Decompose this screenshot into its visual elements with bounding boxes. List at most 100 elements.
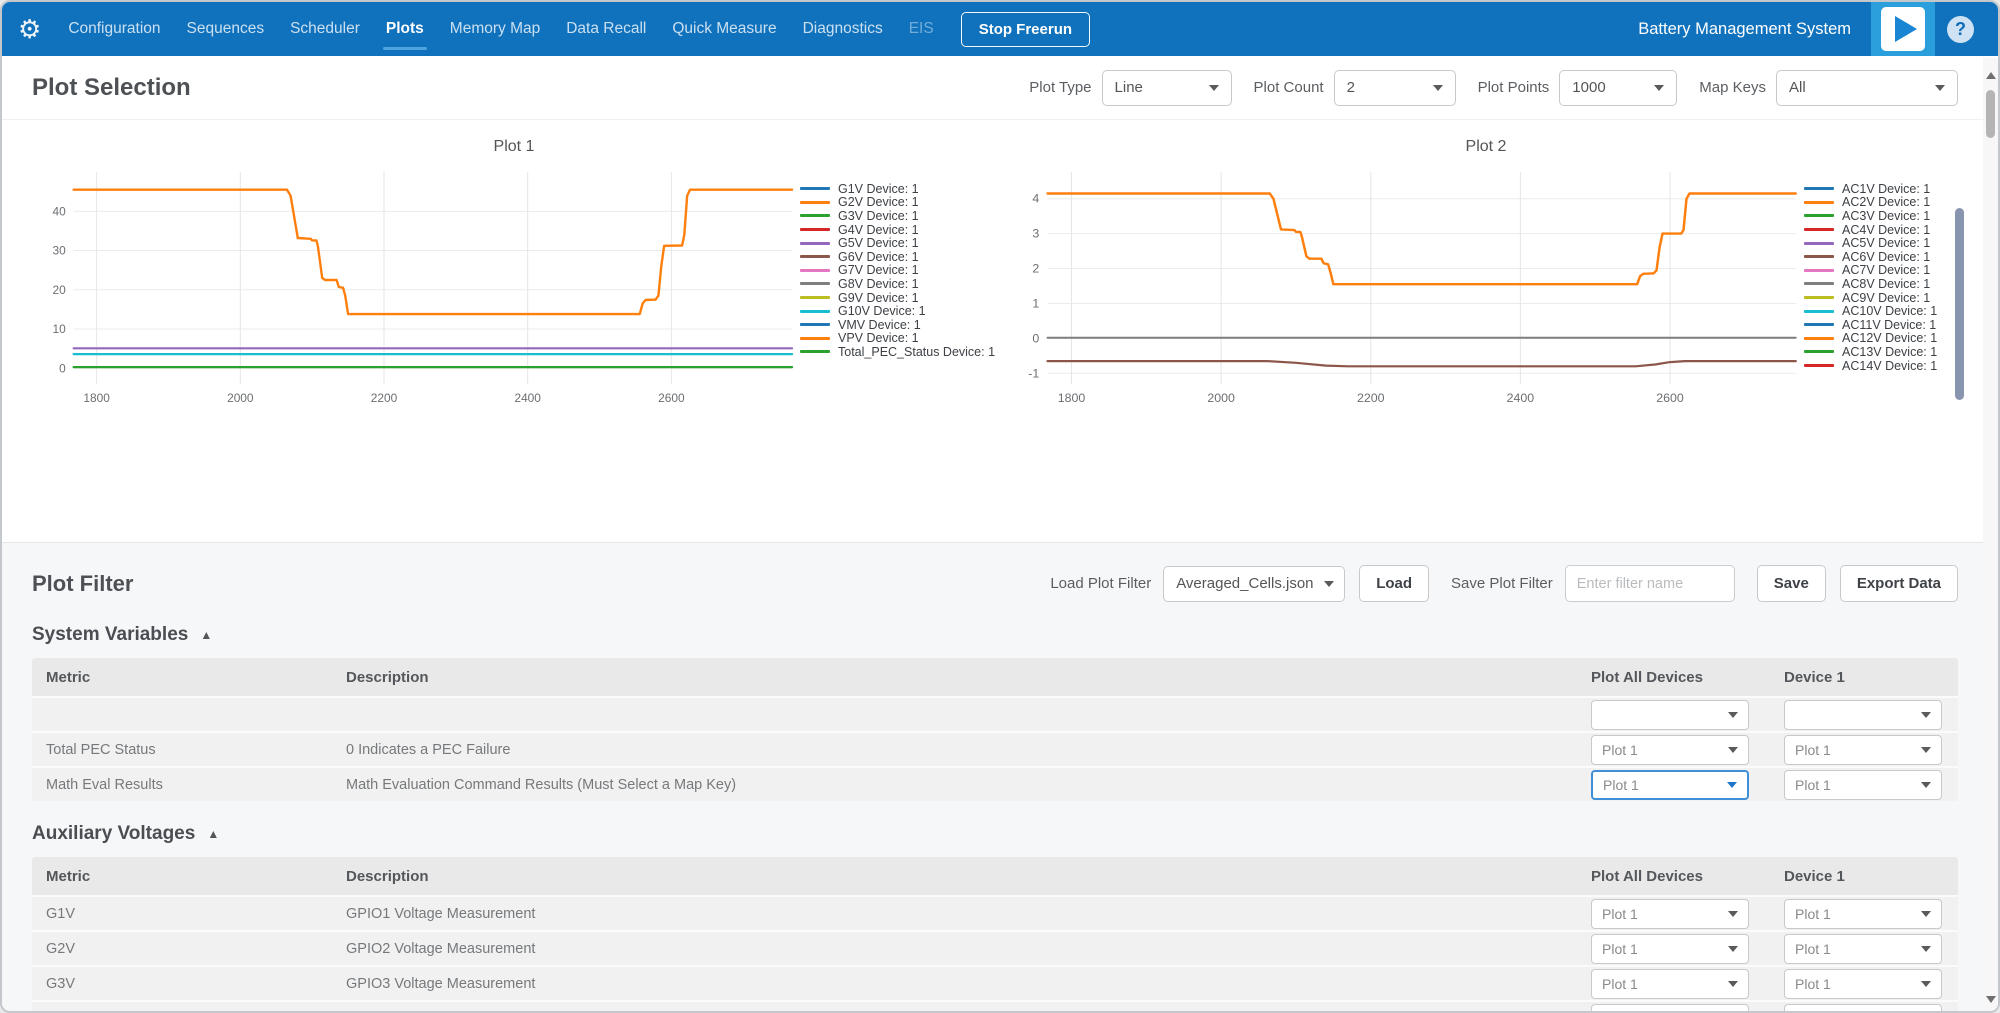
device1-select[interactable]: Plot 1 bbox=[1784, 969, 1942, 999]
play-button[interactable] bbox=[1871, 2, 1935, 56]
legend-item-g3v-device-1[interactable]: G3V Device: 1 bbox=[800, 209, 1000, 223]
plot-2-body: -10123418002000220024002600AC1V Device: … bbox=[1000, 160, 1972, 412]
scrollbar-down-icon[interactable] bbox=[1986, 996, 1996, 1003]
device1-select[interactable] bbox=[1784, 700, 1942, 730]
legend-item-total-pec-status-device-1[interactable]: Total_PEC_Status Device: 1 bbox=[800, 345, 1000, 359]
nav-item-plots[interactable]: Plots bbox=[386, 20, 424, 38]
plot-1-chart[interactable]: 01020304018002000220024002600 bbox=[28, 160, 800, 412]
legend-item-ac9v-device-1[interactable]: AC9V Device: 1 bbox=[1804, 291, 1972, 305]
load-filter-select[interactable]: Averaged_Cells.json bbox=[1163, 566, 1345, 602]
plot-all-select[interactable]: Plot 1 bbox=[1591, 735, 1749, 765]
top-nav: ⚙ Configuration Sequences Scheduler Plots Me… bbox=[2, 2, 1998, 56]
legend-item-g10v-device-1[interactable]: G10V Device: 1 bbox=[800, 304, 1000, 318]
chevron-down-icon bbox=[1209, 85, 1219, 91]
plot-selection-title: Plot Selection bbox=[32, 74, 191, 102]
legend-label: AC2V Device: 1 bbox=[1842, 195, 1930, 209]
legend-item-ac4v-device-1[interactable]: AC4V Device: 1 bbox=[1804, 223, 1972, 237]
legend-item-ac5v-device-1[interactable]: AC5V Device: 1 bbox=[1804, 236, 1972, 250]
gear-icon[interactable]: ⚙ bbox=[18, 16, 41, 42]
map-keys-label: Map Keys bbox=[1699, 79, 1766, 96]
map-keys-select[interactable]: All bbox=[1776, 70, 1958, 106]
plot-1-title: Plot 1 bbox=[28, 138, 1000, 156]
section-title: System Variables bbox=[32, 624, 188, 646]
device1-select[interactable]: Plot 1 bbox=[1784, 735, 1942, 765]
column-header-metric: Metric bbox=[46, 868, 346, 885]
column-header-device-1: Device 1 bbox=[1784, 669, 1958, 686]
stop-freerun-button[interactable]: Stop Freerun bbox=[961, 12, 1090, 47]
plot-all-select[interactable]: Plot 1 bbox=[1591, 1004, 1749, 1013]
save-button[interactable]: Save bbox=[1757, 565, 1826, 602]
legend-item-ac7v-device-1[interactable]: AC7V Device: 1 bbox=[1804, 264, 1972, 278]
legend-item-ac11v-device-1[interactable]: AC11V Device: 1 bbox=[1804, 318, 1972, 332]
legend-item-vmv-device-1[interactable]: VMV Device: 1 bbox=[800, 318, 1000, 332]
plot-points-select[interactable]: 1000 bbox=[1559, 70, 1677, 106]
scrollbar-thumb[interactable] bbox=[1986, 90, 1995, 138]
collapse-icon[interactable]: ▲ bbox=[200, 628, 212, 642]
legend-label: AC14V Device: 1 bbox=[1842, 359, 1937, 373]
svg-text:2600: 2600 bbox=[1656, 391, 1684, 405]
legend-item-g7v-device-1[interactable]: G7V Device: 1 bbox=[800, 264, 1000, 278]
legend-item-ac12v-device-1[interactable]: AC12V Device: 1 bbox=[1804, 332, 1972, 346]
plot-all-select[interactable]: Plot 1 bbox=[1591, 934, 1749, 964]
legend-item-g6v-device-1[interactable]: G6V Device: 1 bbox=[800, 250, 1000, 264]
plot-type-select[interactable]: Line bbox=[1102, 70, 1232, 106]
legend-item-ac14v-device-1[interactable]: AC14V Device: 1 bbox=[1804, 359, 1972, 373]
legend-label: G10V Device: 1 bbox=[838, 304, 926, 318]
legend-scrollbar-thumb[interactable] bbox=[1955, 208, 1964, 400]
nav-item-sequences[interactable]: Sequences bbox=[187, 20, 265, 38]
legend-item-g4v-device-1[interactable]: G4V Device: 1 bbox=[800, 223, 1000, 237]
nav-item-data-recall[interactable]: Data Recall bbox=[566, 20, 646, 38]
legend-item-g5v-device-1[interactable]: G5V Device: 1 bbox=[800, 236, 1000, 250]
plot-all-select[interactable]: Plot 1 bbox=[1591, 969, 1749, 999]
legend-item-g2v-device-1[interactable]: G2V Device: 1 bbox=[800, 196, 1000, 210]
scrollbar-up-icon[interactable] bbox=[1986, 72, 1996, 79]
legend-item-ac6v-device-1[interactable]: AC6V Device: 1 bbox=[1804, 250, 1972, 264]
device1-select[interactable]: Plot 1 bbox=[1784, 1004, 1942, 1013]
legend-swatch-icon bbox=[1804, 350, 1834, 353]
collapse-icon[interactable]: ▲ bbox=[207, 827, 219, 841]
nav-item-quick-measure[interactable]: Quick Measure bbox=[672, 20, 776, 38]
svg-text:10: 10 bbox=[52, 322, 66, 336]
plot-count-select[interactable]: 2 bbox=[1334, 70, 1456, 106]
device1-select-value: Plot 1 bbox=[1795, 742, 1831, 758]
legend-label: G3V Device: 1 bbox=[838, 209, 919, 223]
plot-points-value: 1000 bbox=[1572, 79, 1605, 96]
legend-item-g8v-device-1[interactable]: G8V Device: 1 bbox=[800, 277, 1000, 291]
nav-item-memory-map[interactable]: Memory Map bbox=[450, 20, 540, 38]
legend-swatch-icon bbox=[800, 255, 830, 258]
legend-item-vpv-device-1[interactable]: VPV Device: 1 bbox=[800, 332, 1000, 346]
nav-item-diagnostics[interactable]: Diagnostics bbox=[803, 20, 883, 38]
page-scrollbar[interactable] bbox=[1983, 58, 1998, 1011]
plot-filter-header: Plot Filter Load Plot Filter Averaged_Ce… bbox=[32, 543, 1958, 602]
table-row: G1VGPIO1 Voltage MeasurementPlot 1Plot 1 bbox=[32, 895, 1958, 930]
nav-item-configuration[interactable]: Configuration bbox=[68, 20, 160, 38]
plot-all-select[interactable]: Plot 1 bbox=[1591, 899, 1749, 929]
legend-item-ac3v-device-1[interactable]: AC3V Device: 1 bbox=[1804, 209, 1972, 223]
help-icon[interactable]: ? bbox=[1947, 16, 1974, 43]
plot-all-select-value: Plot 1 bbox=[1603, 777, 1639, 793]
plot-all-select[interactable]: Plot 1 bbox=[1591, 770, 1749, 800]
legend-swatch-icon bbox=[800, 201, 830, 204]
plot-2-chart[interactable]: -10123418002000220024002600 bbox=[1000, 160, 1804, 412]
plot-all-select[interactable] bbox=[1591, 700, 1749, 730]
device1-select[interactable]: Plot 1 bbox=[1784, 770, 1942, 800]
legend-item-ac10v-device-1[interactable]: AC10V Device: 1 bbox=[1804, 304, 1972, 318]
device1-select[interactable]: Plot 1 bbox=[1784, 934, 1942, 964]
device1-select-value: Plot 1 bbox=[1795, 976, 1831, 992]
table-header-row: MetricDescriptionPlot All DevicesDevice … bbox=[32, 658, 1958, 696]
load-button[interactable]: Load bbox=[1359, 565, 1429, 602]
export-data-button[interactable]: Export Data bbox=[1840, 565, 1958, 602]
column-header-description: Description bbox=[346, 669, 1591, 686]
legend-item-g9v-device-1[interactable]: G9V Device: 1 bbox=[800, 291, 1000, 305]
device1-select[interactable]: Plot 1 bbox=[1784, 899, 1942, 929]
plot-selection-controls: Plot TypeLinePlot Count2Plot Points1000M… bbox=[1007, 70, 1958, 106]
legend-item-ac1v-device-1[interactable]: AC1V Device: 1 bbox=[1804, 182, 1972, 196]
legend-label: AC13V Device: 1 bbox=[1842, 345, 1937, 359]
legend-item-ac13v-device-1[interactable]: AC13V Device: 1 bbox=[1804, 345, 1972, 359]
nav-item-eis[interactable]: EIS bbox=[909, 20, 934, 38]
nav-item-scheduler[interactable]: Scheduler bbox=[290, 20, 360, 38]
save-filter-input[interactable] bbox=[1565, 565, 1735, 602]
legend-item-ac8v-device-1[interactable]: AC8V Device: 1 bbox=[1804, 277, 1972, 291]
legend-item-g1v-device-1[interactable]: G1V Device: 1 bbox=[800, 182, 1000, 196]
legend-item-ac2v-device-1[interactable]: AC2V Device: 1 bbox=[1804, 196, 1972, 210]
